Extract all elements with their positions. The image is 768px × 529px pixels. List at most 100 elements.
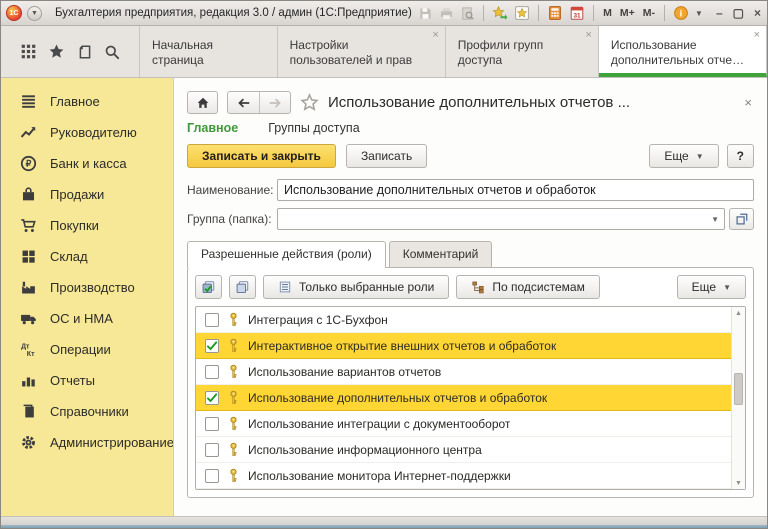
- check-all-button[interactable]: [195, 275, 222, 299]
- vertical-scrollbar[interactable]: ▲ ▼: [731, 307, 745, 489]
- sidebar-item-truck[interactable]: ОС и НМА: [1, 303, 173, 334]
- sections-menu-icon[interactable]: [20, 43, 37, 60]
- sidebar-item-factory[interactable]: Производство: [1, 272, 173, 303]
- app-tab-label: Настройки пользователей и прав: [289, 37, 413, 67]
- favorites-icon[interactable]: [514, 5, 530, 21]
- sidebar-item-menu[interactable]: Главное: [1, 86, 173, 117]
- sidebar-item-gear[interactable]: Администрирование: [1, 427, 173, 458]
- sidebar-item-cart[interactable]: Покупки: [1, 210, 173, 241]
- checkbox-unchecked[interactable]: [205, 468, 219, 483]
- factory-icon: [20, 279, 37, 296]
- roles-list: Интеграция с 1С-Бухфон Интерактивное откр…: [195, 306, 746, 490]
- group-open-button[interactable]: [729, 208, 754, 230]
- roles-more-button[interactable]: Еще ▼: [676, 275, 746, 299]
- favorite-star-icon[interactable]: [300, 93, 319, 112]
- by-subsystems-button[interactable]: По подсистемам: [456, 275, 600, 299]
- sidebar-item-book[interactable]: Справочники: [1, 396, 173, 427]
- close-form-icon[interactable]: ×: [742, 95, 754, 110]
- role-row-4[interactable]: Использование интеграции с документообор…: [196, 411, 731, 437]
- app-tab-1[interactable]: Настройки пользователей и прав ×: [278, 26, 446, 77]
- checkbox-checked[interactable]: [205, 390, 219, 405]
- back-button[interactable]: [228, 92, 259, 113]
- memory-m-minus-button[interactable]: M-: [642, 7, 656, 19]
- close-window-button[interactable]: ×: [754, 7, 761, 19]
- favorites-star-icon[interactable]: [48, 43, 65, 60]
- minimize-button[interactable]: –: [716, 7, 723, 19]
- sidebar-item-dtkt[interactable]: Операции: [1, 334, 173, 365]
- add-to-favorites-icon[interactable]: [492, 5, 508, 21]
- content: Главное Руководителю Банк и касса Продажи По…: [1, 78, 767, 516]
- save-button[interactable]: Записать: [345, 144, 428, 168]
- sidebar-item-chart[interactable]: Отчеты: [1, 365, 173, 396]
- breadcrumb-access-groups-link[interactable]: Группы доступа: [268, 121, 359, 135]
- app-tab-2[interactable]: Профили групп доступа ×: [446, 26, 599, 77]
- info-icon[interactable]: [673, 5, 689, 21]
- chart-icon: [20, 372, 37, 389]
- checkbox-unchecked[interactable]: [205, 312, 219, 327]
- sidebar-item-grid[interactable]: Склад: [1, 241, 173, 272]
- app-tab-label: Профили групп доступа: [457, 37, 544, 67]
- checkmark-icon: [206, 392, 218, 404]
- save-icon[interactable]: [418, 6, 433, 21]
- scrollbar-thumb[interactable]: [734, 373, 743, 405]
- dtkt-icon: [20, 341, 37, 358]
- breadcrumb-glavnoe-link[interactable]: Главное: [187, 121, 238, 135]
- checkbox-unchecked[interactable]: [205, 364, 219, 379]
- print-icon[interactable]: [439, 6, 454, 21]
- selected-roles-only-button[interactable]: Только выбранные роли: [263, 275, 450, 299]
- info-dropdown-icon[interactable]: ▼: [695, 9, 703, 18]
- memory-m-plus-button[interactable]: M+: [619, 7, 636, 19]
- sidebar-item-ruble[interactable]: Банк и касса: [1, 148, 173, 179]
- book-icon: [20, 403, 37, 420]
- window-menu-chevron-icon[interactable]: ▼: [27, 5, 42, 21]
- check-all-icon: [201, 280, 216, 295]
- app-tab-0[interactable]: Начальная страница: [139, 26, 278, 77]
- combo-dropdown-icon[interactable]: ▼: [711, 215, 719, 224]
- name-field-label: Наименование:: [187, 183, 274, 197]
- form-fields: Наименование: Группа (папка): ▼: [187, 179, 754, 230]
- tab-allowed-actions[interactable]: Разрешенные действия (роли): [187, 241, 386, 268]
- role-row-3[interactable]: Использование дополнительных отчетов и о…: [196, 385, 731, 411]
- tab-comment[interactable]: Комментарий: [388, 241, 493, 267]
- checkbox-checked[interactable]: [205, 338, 219, 353]
- more-button[interactable]: Еще ▼: [649, 144, 719, 168]
- home-icon: [196, 96, 210, 110]
- history-icon[interactable]: [77, 44, 93, 60]
- tab-close-icon[interactable]: ×: [754, 30, 760, 41]
- save-and-close-button[interactable]: Записать и закрыть: [187, 144, 336, 168]
- name-field[interactable]: [277, 179, 754, 201]
- role-row-6[interactable]: Использование монитора Интернет-поддержк…: [196, 463, 731, 489]
- group-field[interactable]: [277, 208, 725, 230]
- search-icon[interactable]: [104, 44, 120, 60]
- checkbox-unchecked[interactable]: [205, 442, 219, 457]
- checkbox-unchecked[interactable]: [205, 416, 219, 431]
- forward-button[interactable]: [259, 92, 290, 113]
- home-button[interactable]: [187, 91, 218, 114]
- memory-m-button[interactable]: M: [602, 7, 613, 19]
- app-tab-3[interactable]: Использование дополнительных отче… ×: [598, 26, 767, 77]
- role-row-2[interactable]: Использование вариантов отчетов: [196, 359, 731, 385]
- tab-close-icon[interactable]: ×: [432, 30, 438, 41]
- role-row-1[interactable]: Интерактивное открытие внешних отчетов и…: [196, 333, 731, 359]
- print-preview-icon[interactable]: [460, 6, 475, 21]
- tab-close-icon[interactable]: ×: [585, 30, 591, 41]
- calendar-icon[interactable]: [569, 5, 585, 21]
- scroll-up-icon[interactable]: ▲: [732, 307, 745, 319]
- sidebar-item-trend[interactable]: Руководителю: [1, 117, 173, 148]
- arrow-right-icon: [268, 96, 282, 110]
- group-field-label: Группа (папка):: [187, 212, 272, 226]
- roles-rows: Интеграция с 1С-Бухфон Интерактивное откр…: [196, 307, 731, 489]
- sidebar-item-bag[interactable]: Продажи: [1, 179, 173, 210]
- maximize-button[interactable]: ▢: [733, 7, 744, 19]
- group-field-row: Группа (папка): ▼: [187, 208, 754, 230]
- help-button[interactable]: ?: [726, 144, 754, 168]
- form-header: Использование дополнительных отчетов ...…: [187, 91, 754, 114]
- scroll-down-icon[interactable]: ▼: [732, 477, 745, 489]
- role-row-5[interactable]: Использование информационного центра: [196, 437, 731, 463]
- window-title: Бухгалтерия предприятия, редакция 3.0 / …: [55, 7, 412, 19]
- uncheck-all-button[interactable]: [229, 275, 256, 299]
- role-row-0[interactable]: Интеграция с 1С-Бухфон: [196, 307, 731, 333]
- calculator-icon[interactable]: [547, 5, 563, 21]
- 1c-logo-icon[interactable]: 1С: [6, 5, 22, 21]
- sidebar: Главное Руководителю Банк и касса Продажи По…: [1, 78, 173, 516]
